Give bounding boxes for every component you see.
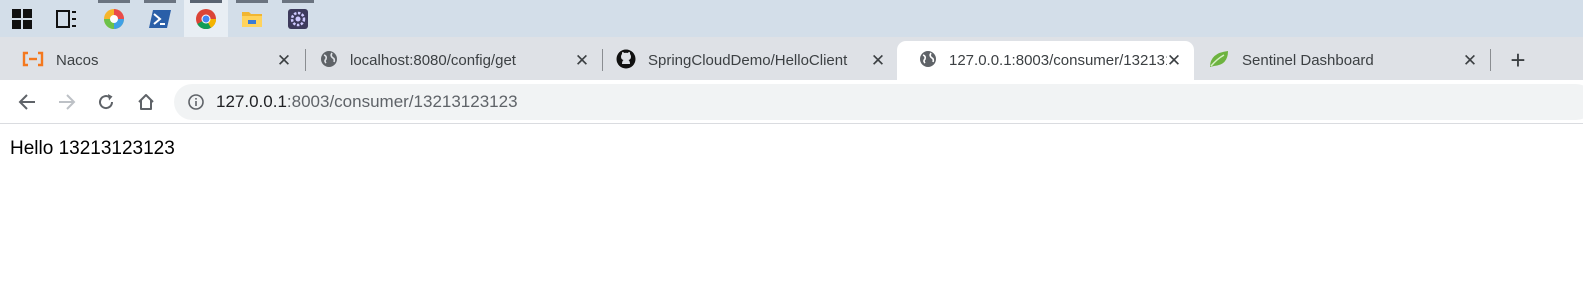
close-tab-icon[interactable]: ✕ bbox=[274, 51, 294, 71]
tab-title: localhost:8080/config/get bbox=[350, 52, 516, 69]
pinwheel-app-icon[interactable] bbox=[92, 0, 136, 37]
close-tab-icon[interactable]: ✕ bbox=[572, 51, 592, 71]
back-arrow-icon[interactable] bbox=[12, 87, 42, 117]
browser-tab-strip: Nacos ✕ localhost:8080/config/get ✕ Spri… bbox=[0, 37, 1583, 80]
nacos-icon bbox=[22, 51, 44, 71]
url-host: 127.0.0.1 bbox=[216, 92, 287, 111]
new-tab-button[interactable]: + bbox=[1500, 42, 1536, 78]
tab-active-consumer[interactable]: 127.0.0.1:8003/consumer/13213123123 ✕ bbox=[897, 41, 1194, 80]
globe-icon bbox=[919, 50, 937, 72]
hello-text: Hello 13213123123 bbox=[10, 138, 175, 159]
powershell-icon[interactable] bbox=[138, 0, 182, 37]
spring-leaf-icon bbox=[1208, 49, 1230, 73]
chrome-icon[interactable] bbox=[184, 0, 228, 37]
github-icon bbox=[616, 49, 636, 73]
task-view-icon[interactable] bbox=[44, 0, 88, 37]
home-icon[interactable] bbox=[131, 87, 161, 117]
url-path: :8003/consumer/13213123123 bbox=[286, 92, 518, 111]
close-tab-icon[interactable]: ✕ bbox=[1460, 51, 1480, 71]
tab-sentinel-dashboard[interactable]: Sentinel Dashboard ✕ bbox=[1186, 41, 1490, 80]
page-body-text: Hello 13213123123 bbox=[10, 138, 175, 160]
globe-icon bbox=[320, 50, 338, 72]
browser-toolbar: 127.0.0.1:8003/consumer/13213123123 bbox=[0, 80, 1583, 124]
reload-icon[interactable] bbox=[91, 87, 121, 117]
close-tab-icon[interactable]: ✕ bbox=[1164, 51, 1184, 71]
tab-title: SpringCloudDemo/HelloClient bbox=[648, 52, 848, 69]
tab-nacos[interactable]: Nacos ✕ bbox=[0, 41, 304, 80]
forward-arrow-icon[interactable] bbox=[52, 87, 82, 117]
site-info-icon[interactable] bbox=[188, 94, 204, 110]
settings-app-icon[interactable] bbox=[276, 0, 320, 37]
tab-github-springclouddemo[interactable]: SpringCloudDemo/HelloClient ✕ bbox=[594, 41, 898, 80]
windows-start-icon[interactable] bbox=[0, 0, 44, 37]
tab-title: Nacos bbox=[56, 52, 99, 69]
tab-title: Sentinel Dashboard bbox=[1242, 52, 1374, 69]
windows-taskbar bbox=[0, 0, 1583, 37]
tab-localhost-config[interactable]: localhost:8080/config/get ✕ bbox=[298, 41, 602, 80]
file-explorer-icon[interactable] bbox=[230, 0, 274, 37]
page-content: Hello 13213123123 bbox=[0, 125, 1583, 285]
tab-title: 127.0.0.1:8003/consumer/13213123123 bbox=[949, 52, 1167, 69]
address-bar[interactable]: 127.0.0.1:8003/consumer/13213123123 bbox=[174, 84, 1583, 120]
close-tab-icon[interactable]: ✕ bbox=[868, 51, 888, 71]
tab-separator bbox=[1490, 49, 1491, 71]
url-text[interactable]: 127.0.0.1:8003/consumer/13213123123 bbox=[216, 92, 518, 112]
